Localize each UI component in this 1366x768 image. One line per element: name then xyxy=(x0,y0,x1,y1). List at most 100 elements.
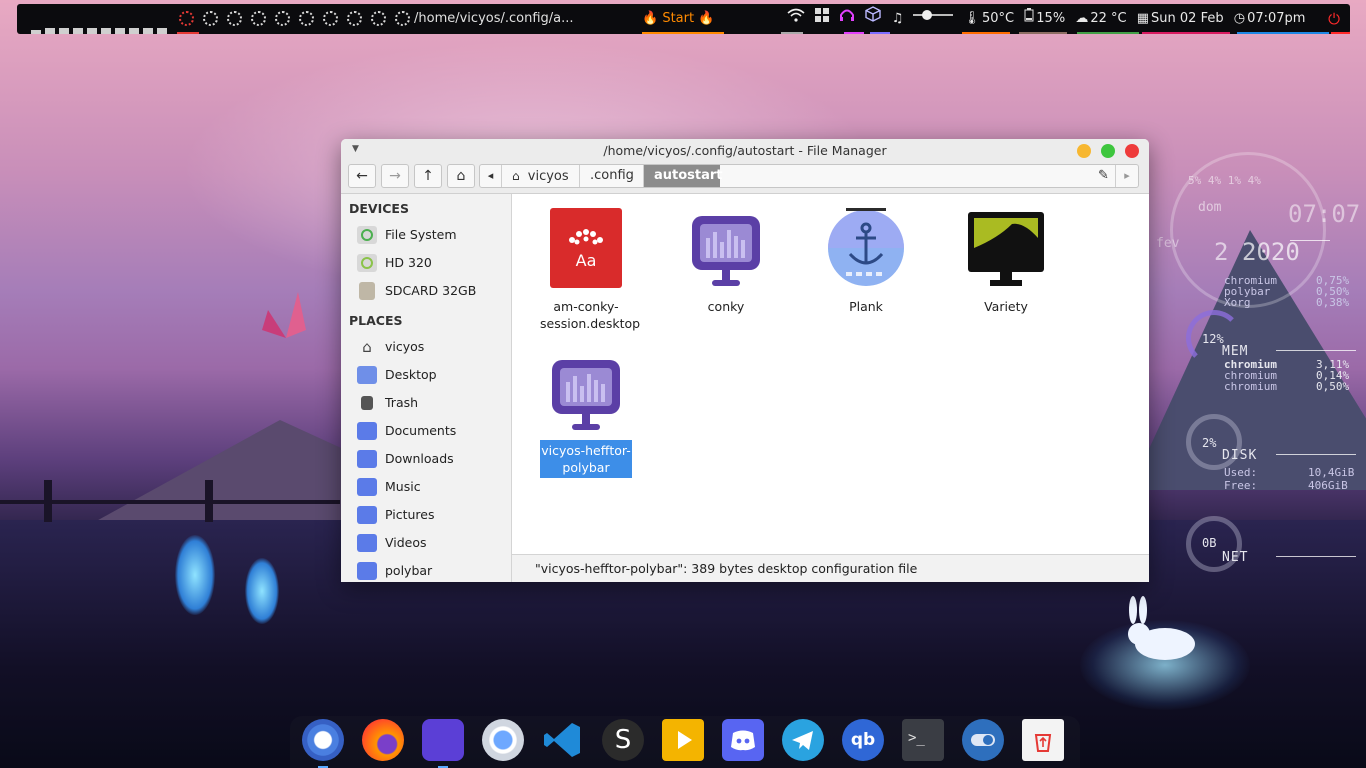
workspace-bar[interactable] xyxy=(45,28,55,34)
wallpaper-fence-post xyxy=(44,480,52,522)
headphones-icon[interactable] xyxy=(839,4,855,34)
file-plank[interactable]: Plank xyxy=(820,208,912,317)
gnome-disks-icon[interactable] xyxy=(482,719,524,761)
cpu-spinner-icon xyxy=(203,11,218,26)
breadcrumb-vicyos[interactable]: ⌂ vicyos xyxy=(502,165,580,187)
sidebar: DEVICES File System HD 320 SDCARD 32GB P… xyxy=(341,194,512,582)
documents-folder-icon xyxy=(357,422,377,440)
volume-slider[interactable] xyxy=(913,4,954,34)
music-icon[interactable]: ♫ xyxy=(892,4,904,34)
temperature-underline xyxy=(962,32,1010,34)
wifi-underline xyxy=(781,32,803,34)
workspace-bar[interactable] xyxy=(143,28,153,34)
wifi-icon[interactable] xyxy=(787,4,805,34)
workspace-bar[interactable] xyxy=(73,28,83,34)
video-player-icon[interactable] xyxy=(662,719,704,761)
start-menu-button[interactable]: 🔥 Start 🔥 xyxy=(642,4,714,34)
close-button[interactable] xyxy=(1125,144,1139,158)
terminal-icon[interactable]: >_ xyxy=(902,719,944,761)
home-button[interactable]: ⌂ xyxy=(447,164,475,188)
minimize-button[interactable] xyxy=(1077,144,1091,158)
cpu-core-spinners xyxy=(179,4,419,34)
file-vicyos-hefftor-polybar[interactable]: vicyos-hefftor- polybar xyxy=(540,352,632,478)
cpu-spinner-icon xyxy=(227,11,242,26)
firefox-icon[interactable] xyxy=(362,719,404,761)
forward-button[interactable]: → xyxy=(381,164,409,188)
sidebar-item-videos[interactable]: Videos xyxy=(357,530,507,556)
cpu-proc-value: 0,38% xyxy=(1316,296,1350,309)
breadcrumb-label: vicyos xyxy=(527,169,569,184)
maximize-button[interactable] xyxy=(1101,144,1115,158)
window-title: /home/vicyos/.config/autostart - File Ma… xyxy=(603,143,887,158)
title-bar[interactable]: ▼ /home/vicyos/.config/autostart - File … xyxy=(341,139,1149,163)
file-label: Variety xyxy=(984,299,1028,314)
file-am-conky-session[interactable]: Aa am-conky- session.desktop xyxy=(540,208,640,334)
workspace-bar[interactable] xyxy=(59,28,69,34)
chromium-icon[interactable] xyxy=(302,719,344,761)
thermometer-icon: 🌡 xyxy=(963,11,981,26)
cube-icon[interactable] xyxy=(865,4,882,34)
sidebar-item-documents[interactable]: Documents xyxy=(357,418,507,444)
workspace-bar[interactable] xyxy=(129,28,139,34)
sidebar-item-downloads[interactable]: Downloads xyxy=(357,446,507,472)
sidebar-item-label: Pictures xyxy=(385,507,435,522)
cpu-spinner-icon xyxy=(299,11,314,26)
sidebar-item-music[interactable]: Music xyxy=(357,474,507,500)
discord-icon[interactable] xyxy=(722,719,764,761)
sidebar-item-label: Documents xyxy=(385,423,457,438)
sidebar-item-trash[interactable]: Trash xyxy=(357,390,507,416)
sidebar-item-vicyos[interactable]: ⌂ vicyos xyxy=(357,334,507,360)
breadcrumb-autostart[interactable]: autostart xyxy=(644,165,723,187)
videos-folder-icon xyxy=(357,534,377,552)
toggle-settings-icon[interactable] xyxy=(962,719,1004,761)
system-tray: ♫ 🌡 50°C 15% ☁ 22 °C ▦ Sun 02 Feb ◷ 07:07pm xyxy=(787,4,1311,34)
file-view[interactable]: Aa am-conky- session.desktop conky Plank xyxy=(512,194,1149,554)
sidebar-item-desktop[interactable]: Desktop xyxy=(357,362,507,388)
back-button[interactable]: ← xyxy=(348,164,376,188)
date-value: Sun 02 Feb xyxy=(1151,11,1224,26)
workspace-indicator[interactable] xyxy=(31,4,171,34)
sidebar-item-polybar[interactable]: polybar xyxy=(357,558,507,582)
conky-widget: 5% 4% 1% 4% dom 07:07 fev 2 2020 chromiu… xyxy=(1156,150,1366,580)
power-underline xyxy=(1331,32,1350,34)
time-value: 07:07pm xyxy=(1247,11,1306,26)
file-conky[interactable]: conky xyxy=(680,208,772,317)
workspace-bar[interactable] xyxy=(157,28,167,34)
sidebar-item-sdcard[interactable]: SDCARD 32GB xyxy=(357,278,507,304)
workspace-bar[interactable] xyxy=(115,28,125,34)
simplenote-icon[interactable]: S xyxy=(602,719,644,761)
start-label: Start xyxy=(662,11,695,26)
breadcrumb-config[interactable]: .config xyxy=(580,165,644,187)
cpu-spinner-icon xyxy=(251,11,266,26)
sidebar-item-label: Desktop xyxy=(385,367,437,382)
scroll-left-button[interactable]: ◂ xyxy=(480,165,502,187)
telegram-icon[interactable] xyxy=(782,719,824,761)
trash-icon[interactable] xyxy=(1022,719,1064,761)
file-manager-icon[interactable] xyxy=(422,719,464,761)
folder-icon xyxy=(357,562,377,580)
workspace-bar[interactable] xyxy=(31,30,41,34)
scroll-right-button[interactable]: ▸ xyxy=(1116,165,1138,187)
file-label: am-conky- session.desktop xyxy=(540,296,640,334)
sidebar-item-label: vicyos xyxy=(385,339,425,354)
sidebar-item-label: SDCARD 32GB xyxy=(385,283,477,298)
sidebar-item-pictures[interactable]: Pictures xyxy=(357,502,507,528)
status-bar: "vicyos-hefftor-polybar": 389 bytes desk… xyxy=(512,554,1149,582)
calendar-icon: ▦ xyxy=(1136,11,1150,26)
sidebar-item-hd-320[interactable]: HD 320 xyxy=(357,250,507,276)
windows-icon[interactable] xyxy=(815,4,830,34)
devices-heading: DEVICES xyxy=(349,201,409,216)
mem-proc-name: chromium xyxy=(1224,380,1277,393)
cpu-cores-text: 5% 4% 1% 4% xyxy=(1188,174,1261,187)
power-icon[interactable]: ⏻ xyxy=(1328,4,1340,34)
sidebar-item-label: Trash xyxy=(385,395,419,410)
edit-path-button[interactable]: ✎ xyxy=(1092,165,1116,187)
qbittorrent-icon[interactable]: qb xyxy=(842,719,884,761)
workspace-bar[interactable] xyxy=(101,28,111,34)
glowing-flower xyxy=(245,558,279,624)
vscode-icon[interactable] xyxy=(542,719,584,761)
workspace-bar[interactable] xyxy=(87,28,97,34)
up-button[interactable]: ↑ xyxy=(414,164,442,188)
file-variety[interactable]: Variety xyxy=(960,208,1052,317)
sidebar-item-file-system[interactable]: File System xyxy=(357,222,507,248)
